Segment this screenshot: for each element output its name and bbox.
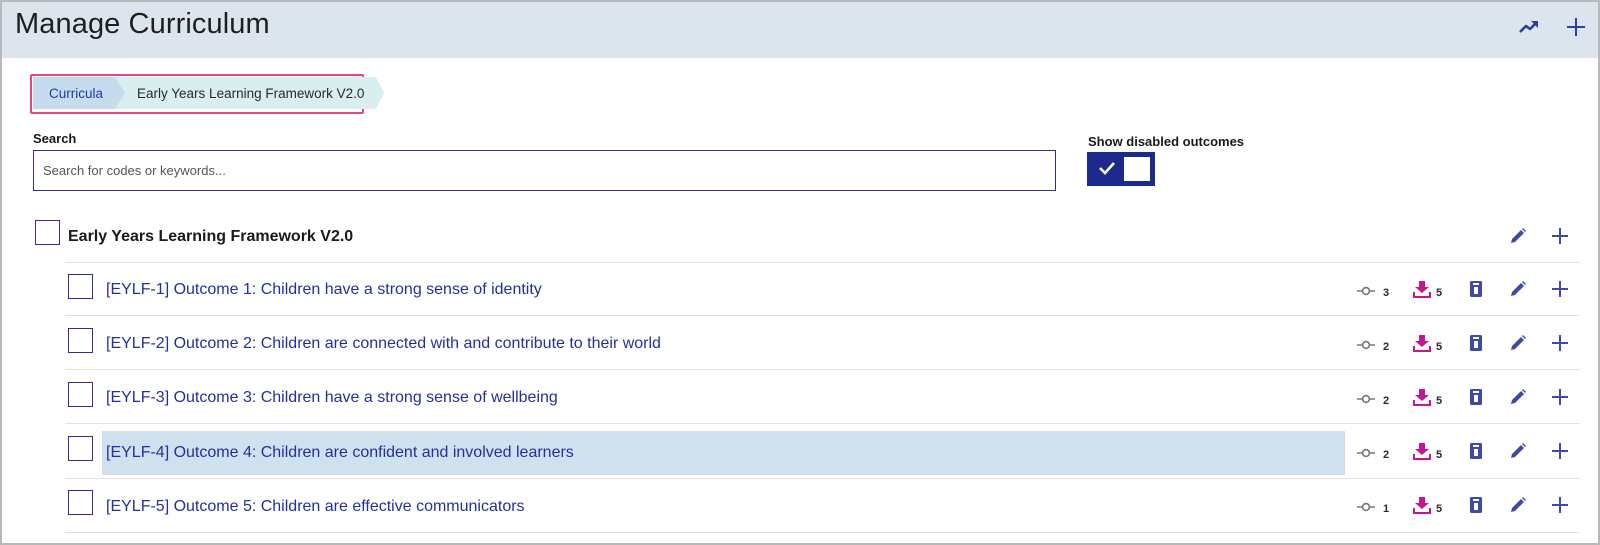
import-icon[interactable] (1410, 439, 1434, 463)
add-child-icon[interactable] (1548, 331, 1572, 355)
divider (65, 315, 1580, 316)
import-icon[interactable] (1410, 277, 1434, 301)
divider (65, 423, 1580, 424)
edit-icon[interactable] (1506, 439, 1530, 463)
import-count: 5 (1436, 341, 1443, 353)
divider (65, 478, 1580, 479)
curriculum-title: Early Years Learning Framework V2.0 (68, 228, 354, 245)
breadcrumb-item-current[interactable]: Early Years Learning Framework V2.0 (115, 77, 385, 109)
link-connector-icon (1354, 495, 1378, 519)
toggle-knob (1124, 157, 1150, 181)
outcome-link[interactable]: [EYLF-3] Outcome 3: Children have a stro… (102, 376, 1345, 420)
outcome-link[interactable]: [EYLF-4] Outcome 4: Children are confide… (102, 431, 1345, 475)
import-count: 5 (1436, 395, 1443, 407)
show-disabled-toggle[interactable] (1087, 152, 1155, 186)
link-count: 2 (1383, 449, 1390, 461)
import-count: 5 (1436, 503, 1443, 515)
link-connector-icon (1354, 387, 1378, 411)
edit-icon[interactable] (1506, 224, 1530, 248)
app-window: Manage Curriculum Curricula Early Years … (0, 0, 1600, 545)
book-icon[interactable] (1464, 331, 1488, 355)
import-icon[interactable] (1410, 493, 1434, 517)
curriculum-checkbox[interactable] (35, 220, 60, 245)
import-icon[interactable] (1410, 331, 1434, 355)
divider (65, 262, 1580, 263)
outcome-link[interactable]: [EYLF-1] Outcome 1: Children have a stro… (102, 268, 1345, 312)
outcome-checkbox[interactable] (68, 274, 93, 299)
outcome-checkbox[interactable] (68, 436, 93, 461)
add-child-icon[interactable] (1548, 224, 1572, 248)
page-header: Manage Curriculum (2, 2, 1598, 58)
add-child-icon[interactable] (1548, 493, 1572, 517)
import-count: 5 (1436, 287, 1443, 299)
link-connector-icon (1354, 441, 1378, 465)
edit-icon[interactable] (1506, 277, 1530, 301)
import-count: 5 (1436, 449, 1443, 461)
add-child-icon[interactable] (1548, 385, 1572, 409)
trend-up-icon[interactable] (1514, 12, 1544, 42)
divider (65, 532, 1580, 533)
book-icon[interactable] (1464, 439, 1488, 463)
breadcrumb: Curricula Early Years Learning Framework… (33, 77, 385, 109)
outcome-link[interactable]: [EYLF-2] Outcome 2: Children are connect… (102, 322, 1345, 366)
search-label: Search (33, 131, 77, 146)
link-count: 1 (1383, 503, 1390, 515)
import-icon[interactable] (1410, 385, 1434, 409)
link-count: 2 (1383, 341, 1390, 353)
add-child-icon[interactable] (1548, 439, 1572, 463)
plus-icon[interactable] (1561, 12, 1591, 42)
outcome-checkbox[interactable] (68, 328, 93, 353)
link-connector-icon (1354, 279, 1378, 303)
book-icon[interactable] (1464, 385, 1488, 409)
book-icon[interactable] (1464, 493, 1488, 517)
divider (65, 369, 1580, 370)
check-icon (1099, 162, 1115, 175)
breadcrumb-item-curricula[interactable]: Curricula (33, 77, 126, 109)
page-title: Manage Curriculum (15, 8, 270, 40)
search-input[interactable] (33, 150, 1056, 191)
book-icon[interactable] (1464, 277, 1488, 301)
edit-icon[interactable] (1506, 385, 1530, 409)
link-count: 2 (1383, 395, 1390, 407)
toggle-label: Show disabled outcomes (1088, 134, 1245, 149)
outcome-checkbox[interactable] (68, 382, 93, 407)
add-child-icon[interactable] (1548, 277, 1572, 301)
link-connector-icon (1354, 333, 1378, 357)
edit-icon[interactable] (1506, 493, 1530, 517)
outcome-checkbox[interactable] (68, 490, 93, 515)
link-count: 3 (1383, 287, 1390, 299)
outcome-link[interactable]: [EYLF-5] Outcome 5: Children are effecti… (102, 485, 1345, 529)
edit-icon[interactable] (1506, 331, 1530, 355)
